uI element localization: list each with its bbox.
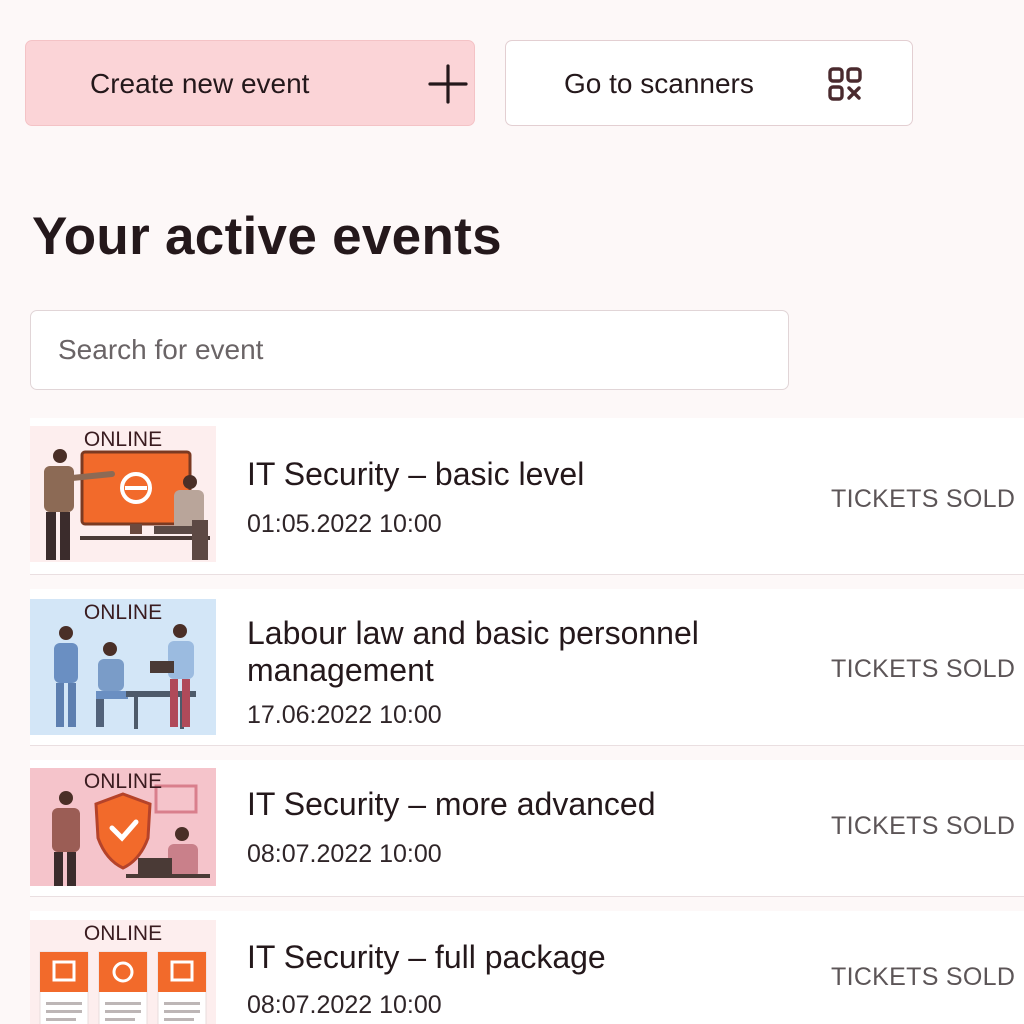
event-thumbnail: ONLINE <box>30 768 216 886</box>
event-tag: ONLINE <box>83 922 163 945</box>
event-tag: ONLINE <box>83 601 163 624</box>
event-thumbnail: ONLINE <box>30 920 216 1024</box>
page-title: Your active events <box>32 207 502 266</box>
tickets-sold-label: TICKETS SOLD <box>831 812 1016 840</box>
go-to-scanners-label: Go to scanners <box>564 68 754 99</box>
tickets-sold-label: TICKETS SOLD <box>831 485 1016 513</box>
events-dashboard: Create new event Go to scanners Your act… <box>0 0 1024 1024</box>
qr-code-icon <box>828 67 862 101</box>
event-row-labour-law[interactable]: ONLINE Labour law and basic personnel ma… <box>30 589 1024 746</box>
event-title: Labour law and basic personnel managemen… <box>247 615 699 688</box>
event-row-it-security-full[interactable]: ONLINE IT Security – full package 08:07.… <box>30 911 1024 1024</box>
event-row-it-security-basic[interactable]: ONLINE IT Security – basic level 01:05.2… <box>30 418 1024 575</box>
event-thumbnail: ONLINE <box>30 426 216 562</box>
plus-icon <box>428 64 468 104</box>
event-date: 08:07.2022 10:00 <box>247 991 442 1019</box>
event-row-it-security-advanced[interactable]: ONLINE IT Security – more advanced 08:07… <box>30 760 1024 897</box>
create-event-label: Create new event <box>90 68 310 99</box>
event-tag: ONLINE <box>83 428 163 451</box>
event-date: 01:05.2022 10:00 <box>247 510 442 538</box>
event-date: 17.06:2022 10:00 <box>247 701 442 729</box>
event-title: IT Security – full package <box>247 939 606 975</box>
event-date: 08:07.2022 10:00 <box>247 840 442 868</box>
search-input[interactable] <box>30 310 789 390</box>
event-tag: ONLINE <box>83 770 163 793</box>
go-to-scanners-button[interactable]: Go to scanners <box>505 40 913 126</box>
event-title: IT Security – more advanced <box>247 786 656 822</box>
event-thumbnail: ONLINE <box>30 599 216 735</box>
create-event-button[interactable]: Create new event <box>25 40 475 126</box>
tickets-sold-label: TICKETS SOLD <box>831 963 1016 991</box>
event-title: IT Security – basic level <box>247 456 585 492</box>
tickets-sold-label: TICKETS SOLD <box>831 655 1016 683</box>
